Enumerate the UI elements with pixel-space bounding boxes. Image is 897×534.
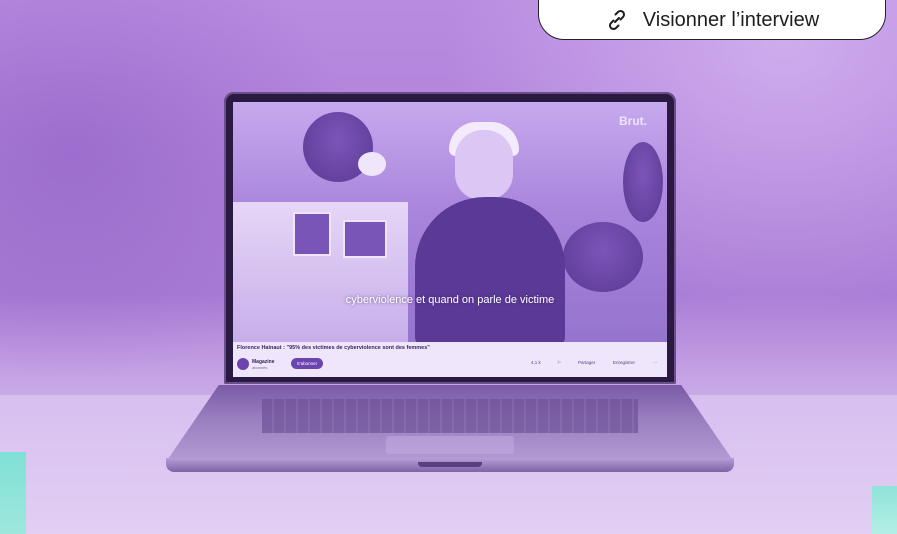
laptop-trackpad	[386, 436, 514, 454]
more-button[interactable]: ···	[653, 360, 658, 365]
link-icon	[608, 9, 625, 31]
video-subtitle: cyberviolence et quand on parle de victi…	[345, 294, 555, 306]
channel-avatar[interactable]	[237, 358, 249, 370]
watch-interview-label: Visionner l’interview	[642, 8, 820, 31]
shelf-frame	[343, 220, 387, 258]
plant-image-right	[623, 142, 663, 222]
shelf-books	[293, 212, 331, 256]
channel-subscribers: abonnés	[252, 365, 268, 370]
save-button[interactable]: Enregistrer	[613, 360, 635, 365]
teal-accent-right	[872, 486, 897, 534]
plant-image-floor	[563, 222, 643, 292]
channel-watermark: Brut.	[619, 114, 647, 128]
person-body	[415, 197, 565, 342]
background-scene: Brut. cyberviolence et quand on parle de…	[0, 0, 897, 534]
video-info-bar: Florence Hainaut : "95% des victimes de …	[233, 342, 667, 377]
dislike-button[interactable]: ⚐	[557, 360, 561, 366]
video-title[interactable]: Florence Hainaut : "95% des victimes de …	[237, 345, 430, 351]
laptop-screen: Brut. cyberviolence et quand on parle de…	[233, 102, 667, 377]
lamp-image	[358, 152, 386, 176]
person-head	[455, 130, 513, 200]
like-button[interactable]: 4,1 k	[531, 360, 541, 365]
subscribe-button[interactable]: S'abonner	[291, 358, 323, 369]
watch-interview-button[interactable]: Visionner l’interview	[538, 0, 886, 40]
laptop-notch	[418, 462, 482, 467]
laptop-keyboard	[262, 399, 638, 433]
share-button[interactable]: Partager	[578, 360, 595, 365]
video-frame[interactable]: Brut. cyberviolence et quand on parle de…	[233, 102, 667, 342]
teal-accent-left	[0, 452, 26, 534]
